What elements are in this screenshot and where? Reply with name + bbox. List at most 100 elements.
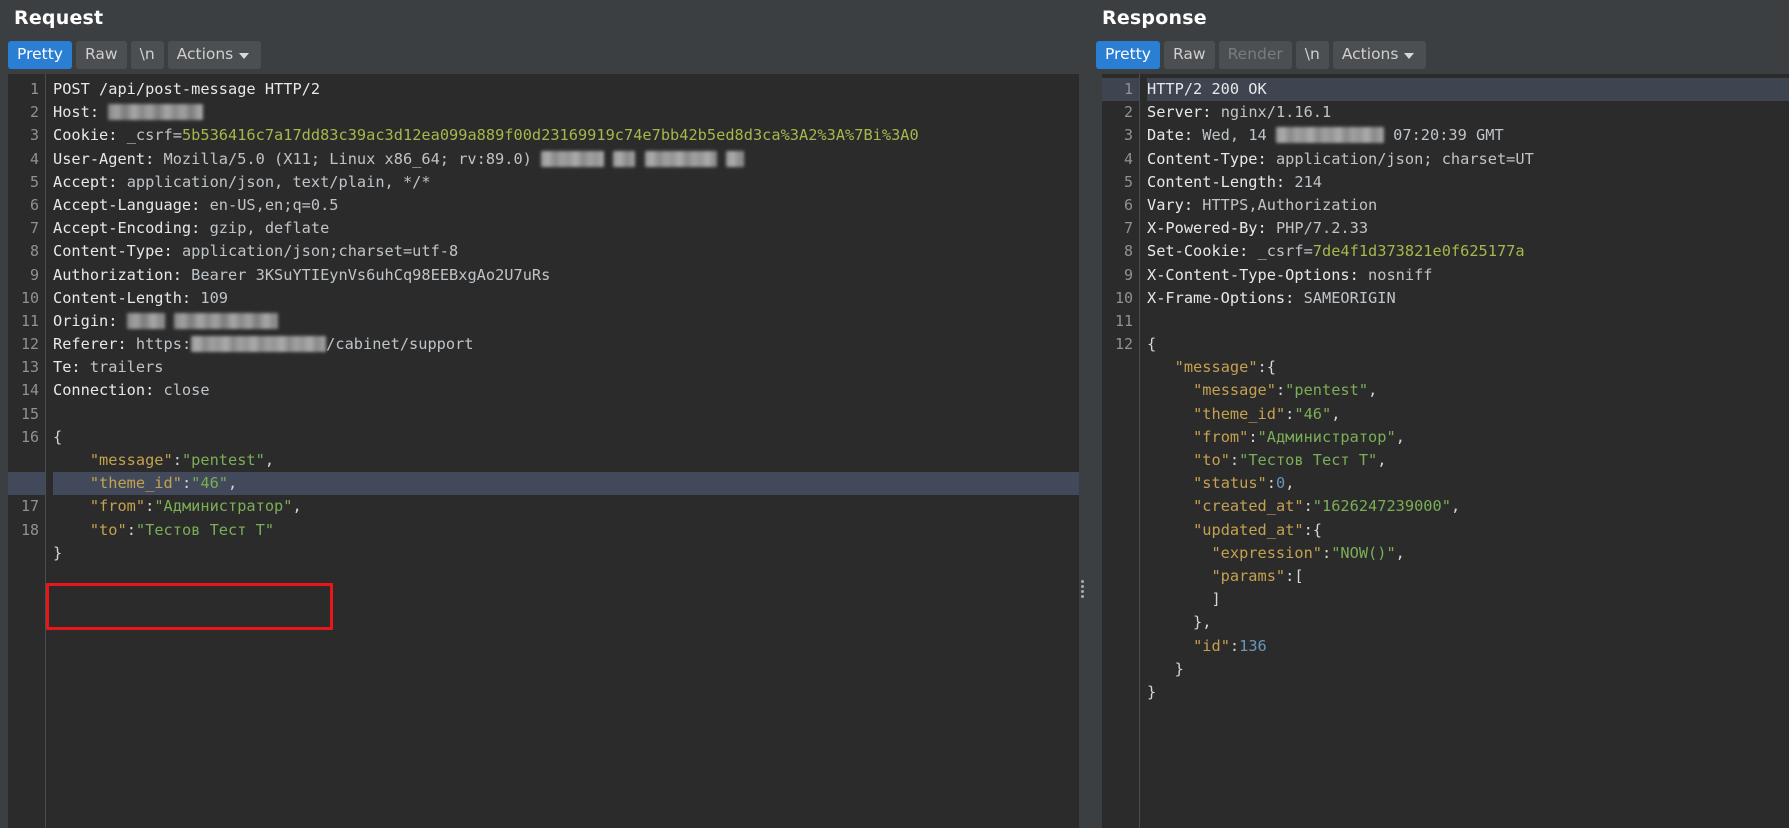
response-code-token: 136 (1239, 636, 1267, 655)
request-line-number: 8 (29, 242, 39, 261)
response-code-line[interactable]: HTTP/2 200 OK (1147, 78, 1789, 102)
response-line-number: . (1102, 426, 1139, 449)
request-code-line[interactable]: User-Agent: Mozilla/5.0 (X11; Linux x86_… (53, 148, 1080, 171)
response-code-line[interactable]: "message":"pentest", (1147, 379, 1789, 402)
response-code-line[interactable]: "id":136 (1147, 635, 1789, 658)
response-code-token: : (1266, 474, 1276, 493)
request-line-number: 14 (20, 381, 39, 400)
response-code-token: Content-Type: (1147, 149, 1276, 168)
response-line-number: 6 (1123, 195, 1133, 214)
response-code-line[interactable]: "to":"Тестов Тест Т", (1147, 449, 1789, 472)
request-line-number: 16 (20, 427, 39, 446)
response-code-line[interactable]: ] (1147, 588, 1789, 611)
response-code-line[interactable]: { (1147, 333, 1789, 356)
request-code-line[interactable]: "theme_id":"46", (53, 472, 1080, 496)
request-code-token: Accept: (53, 172, 127, 191)
request-code-line[interactable]: Content-Length: 109 (53, 287, 1080, 310)
chevron-down-icon (1404, 52, 1415, 59)
request-line-number: 18 (20, 520, 39, 539)
response-code-line[interactable]: "from":"Администратор", (1147, 426, 1789, 449)
request-code-area[interactable]: POST /api/post-message HTTP/2 Host: Cooki… (46, 74, 1080, 828)
burp-repeater-window: Request Pretty Raw \n Actions 1 2 3 4 5 6 7 8 9 10 11… (0, 0, 1789, 828)
request-code-line[interactable]: Accept-Encoding: gzip, deflate (53, 217, 1080, 240)
request-code-line[interactable]: Accept-Language: en-US,en;q=0.5 (53, 194, 1080, 217)
request-code-line[interactable]: POST /api/post-message HTTP/2 (53, 78, 1080, 101)
response-code-line[interactable]: Vary: HTTPS,Authorization (1147, 194, 1789, 217)
request-code-line[interactable]: Connection: close (53, 379, 1080, 402)
response-code-line[interactable]: Content-Length: 214 (1147, 171, 1789, 194)
redacted-block (108, 104, 204, 121)
request-raw-button[interactable]: Raw (75, 41, 127, 69)
request-code-line[interactable]: Te: trailers (53, 356, 1080, 379)
response-code-line[interactable]: Content-Type: application/json; charset=… (1147, 148, 1789, 171)
request-code-token: application/json, text/plain, */* (126, 172, 431, 191)
request-code-token: Connection: (53, 381, 164, 400)
request-code-line[interactable]: Content-Type: application/json;charset=u… (53, 240, 1080, 263)
request-code-line[interactable]: "to":"Тестов Тест Т" (53, 519, 1080, 542)
response-code-line[interactable]: "created_at":"1626247239000", (1147, 495, 1789, 518)
response-code-line[interactable]: }, (1147, 611, 1789, 634)
splitter-grip-icon[interactable] (1081, 580, 1086, 598)
response-code-line[interactable]: } (1147, 681, 1789, 704)
request-code-token (53, 521, 90, 539)
response-code-line[interactable]: "updated_at":{ (1147, 519, 1789, 542)
request-code-line[interactable]: Accept: application/json, text/plain, */… (53, 171, 1080, 194)
request-code-token: : (172, 451, 182, 469)
pane-splitter[interactable] (1080, 0, 1088, 828)
request-code-token: /cabinet/support (326, 335, 474, 354)
response-code-line[interactable]: "params":[ (1147, 565, 1789, 588)
request-code-line[interactable]: Origin: (53, 310, 1080, 333)
request-code-token (604, 150, 613, 168)
response-code-line[interactable]: X-Powered-By: PHP/7.2.33 (1147, 217, 1789, 240)
response-raw-label: Raw (1172, 45, 1206, 63)
request-editor[interactable]: 12345678910111213141516..1718. POST /api… (8, 74, 1080, 828)
response-code-token: nginx/1.16.1 (1220, 103, 1332, 122)
request-code-token: Content-Length: (53, 288, 201, 307)
response-line-number: . (1102, 495, 1139, 518)
response-editor[interactable]: 123456789101112............... HTTP/2 20… (1102, 74, 1789, 828)
request-code-token: "Администратор" (154, 497, 293, 516)
redacted-block (1275, 127, 1384, 144)
response-newline-button[interactable]: \n (1295, 41, 1329, 69)
request-code-line[interactable]: } (53, 542, 1080, 565)
request-line-number: 3 (29, 126, 39, 145)
request-actions-button[interactable]: Actions (167, 41, 262, 69)
response-code-line[interactable]: "status":0, (1147, 472, 1789, 495)
request-code-line[interactable]: Referer: https: /cabinet/support (53, 333, 1080, 356)
request-code-line[interactable]: Host: (53, 101, 1080, 124)
redacted-block (725, 150, 744, 167)
response-line-number: . (1102, 356, 1139, 379)
response-line-number: 3 (1123, 126, 1133, 145)
response-code-line[interactable]: Set-Cookie: _csrf=7de4f1d373821e0f625177… (1147, 240, 1789, 263)
response-pretty-button[interactable]: Pretty (1096, 41, 1160, 69)
response-code-line[interactable]: Date: Wed, 14 07:20:39 GMT (1147, 124, 1789, 147)
request-pretty-button[interactable]: Pretty (8, 41, 72, 69)
response-actions-button[interactable]: Actions (1332, 41, 1427, 69)
request-newline-button[interactable]: \n (130, 41, 164, 69)
response-code-token: } (1147, 682, 1157, 701)
response-code-token: "1626247239000" (1312, 497, 1451, 516)
response-code-line[interactable]: X-Content-Type-Options: nosniff (1147, 264, 1789, 287)
request-code-line[interactable]: "from":"Администратор", (53, 495, 1080, 518)
request-code-line[interactable]: "message":"pentest", (53, 449, 1080, 472)
request-code-line[interactable]: Authorization: Bearer 3KSuYTIEynVs6uhCq9… (53, 264, 1080, 287)
response-code-line[interactable]: X-Frame-Options: SAMEORIGIN (1147, 287, 1789, 310)
response-code-line[interactable]: Server: nginx/1.16.1 (1147, 101, 1789, 124)
response-code-token (1147, 637, 1193, 655)
request-code-line[interactable]: Cookie: _csrf=5b536416c7a17dd83c39ac3d12… (53, 124, 1080, 147)
request-line-number: 5 (29, 172, 39, 191)
chevron-down-icon (239, 52, 250, 59)
response-code-area[interactable]: HTTP/2 200 OK Server: nginx/1.16.1 Date: W… (1140, 74, 1789, 828)
request-line-number: 15 (20, 404, 39, 423)
redacted-block (126, 312, 165, 329)
response-code-line[interactable]: } (1147, 658, 1789, 681)
response-code-line[interactable]: "theme_id":"46", (1147, 403, 1789, 426)
request-code-line[interactable]: { (53, 426, 1080, 449)
response-code-line[interactable] (1147, 310, 1789, 333)
response-code-line[interactable]: "expression":"NOW()", (1147, 542, 1789, 565)
response-line-number: . (1102, 403, 1139, 426)
response-raw-button[interactable]: Raw (1163, 41, 1215, 69)
request-code-line[interactable] (53, 403, 1080, 426)
response-code-token: } (1147, 659, 1184, 678)
response-code-line[interactable]: "message":{ (1147, 356, 1789, 379)
